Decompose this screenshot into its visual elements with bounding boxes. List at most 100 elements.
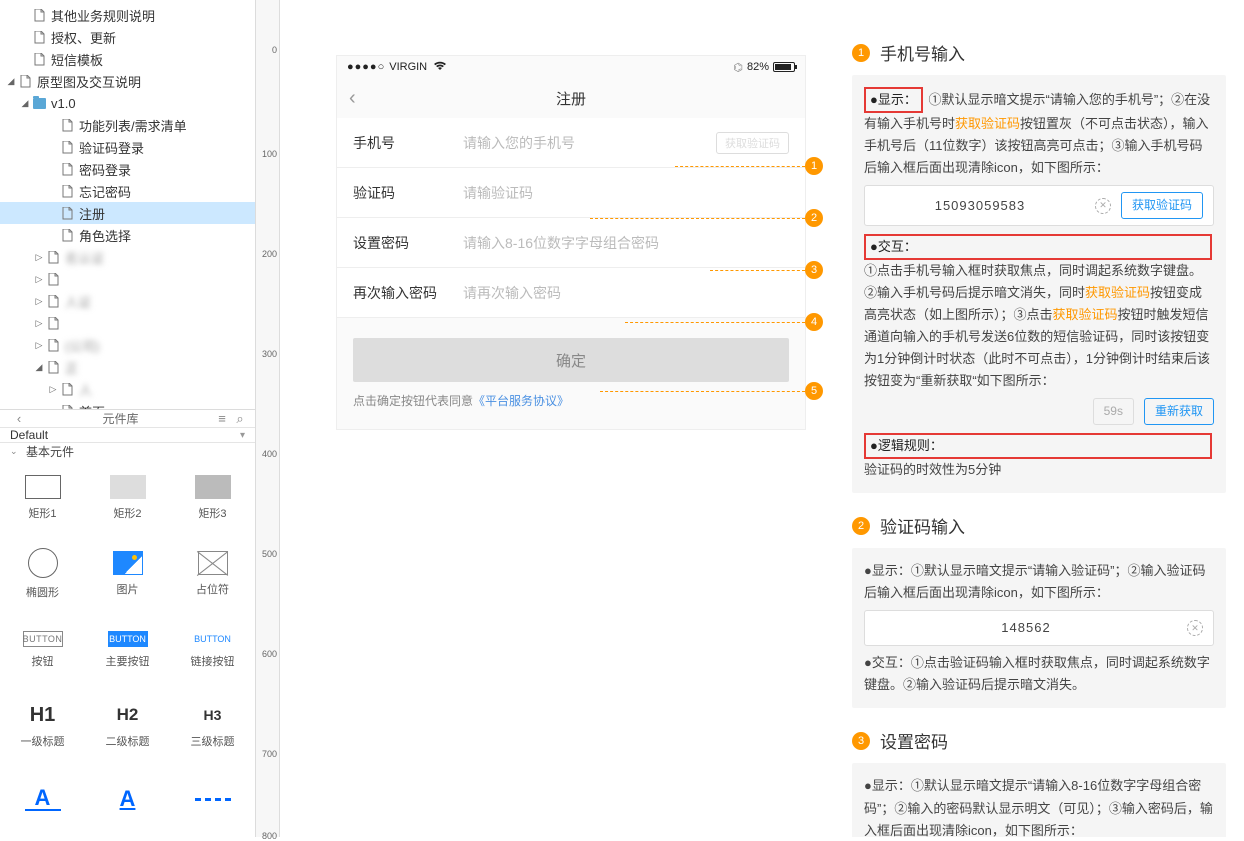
tree-item[interactable]: ▷人 bbox=[0, 378, 255, 400]
expand-icon[interactable]: ▷ bbox=[34, 274, 44, 285]
tree-item[interactable]: 验证码登录 bbox=[0, 136, 255, 158]
shape-preview: BUTTON bbox=[23, 631, 63, 647]
shape-label: 一级标题 bbox=[21, 733, 65, 749]
expand-icon[interactable]: ▷ bbox=[34, 318, 44, 329]
shape-preview: H1 bbox=[25, 703, 61, 727]
section-2-title: 验证码输入 bbox=[880, 513, 965, 538]
expand-icon[interactable]: ◢ bbox=[34, 362, 44, 373]
tree-item-label: 授权、更新 bbox=[51, 28, 116, 47]
tree-item-label: 验证码登录 bbox=[79, 138, 144, 157]
tree-item[interactable]: ▷ bbox=[0, 268, 255, 290]
library-group[interactable]: ⌄ 基本元件 bbox=[0, 443, 255, 460]
library-cell[interactable]: H2二级标题 bbox=[85, 688, 170, 764]
expand-icon[interactable]: ▷ bbox=[34, 296, 44, 307]
tree-item[interactable]: ▷(公司) bbox=[0, 334, 255, 356]
expand-icon[interactable]: ◢ bbox=[20, 98, 30, 109]
tree-item[interactable]: 首页 bbox=[0, 400, 255, 410]
document-icon bbox=[46, 250, 60, 264]
wifi-icon bbox=[433, 61, 447, 74]
annotation-badge: 4 bbox=[805, 313, 823, 331]
menu-icon[interactable]: ≡ bbox=[213, 411, 231, 426]
document-icon bbox=[60, 206, 74, 220]
library-cell[interactable]: BUTTON链接按钮 bbox=[170, 612, 255, 688]
field-label: 再次输入密码 bbox=[353, 283, 463, 303]
page-title: 注册 bbox=[556, 88, 586, 109]
tree-item-label: 首页 bbox=[79, 402, 105, 411]
document-icon bbox=[32, 8, 46, 22]
tree-item[interactable]: 密码登录 bbox=[0, 158, 255, 180]
library-cell[interactable]: BUTTON按钮 bbox=[0, 612, 85, 688]
tree-item[interactable]: ▷ bbox=[0, 312, 255, 334]
spec-panel[interactable]: 1 手机号输入 ●显示： ①默认显示暗文提示“请输入您的手机号”；②在没有输入手… bbox=[834, 0, 1244, 837]
annotation-badge: 5 bbox=[805, 382, 823, 400]
library-cell[interactable]: 图片 bbox=[85, 536, 170, 612]
field-label: 手机号 bbox=[353, 133, 463, 153]
tree-item[interactable]: 短信模板 bbox=[0, 48, 255, 70]
tree-item[interactable]: ▷名认证 bbox=[0, 246, 255, 268]
library-cell[interactable]: A bbox=[85, 764, 170, 840]
page-tree[interactable]: 其他业务规则说明授权、更新短信模板◢原型图及交互说明◢v1.0功能列表/需求清单… bbox=[0, 0, 255, 410]
tree-item[interactable]: 授权、更新 bbox=[0, 26, 255, 48]
section-3-title: 设置密码 bbox=[880, 728, 948, 753]
library-cell[interactable] bbox=[170, 764, 255, 840]
expand-icon[interactable]: ▷ bbox=[34, 340, 44, 351]
tag-interaction: ●交互： bbox=[864, 234, 1212, 260]
phone-mockup: ●●●●○ VIRGIN ⌬ 82% ‹ 注册 手机号请输入您的手机号获取验证码… bbox=[336, 55, 806, 430]
left-panel: 其他业务规则说明授权、更新短信模板◢原型图及交互说明◢v1.0功能列表/需求清单… bbox=[0, 0, 256, 837]
get-code-button[interactable]: 获取验证码 bbox=[716, 132, 789, 154]
field-input[interactable]: 请输入您的手机号 bbox=[463, 133, 716, 153]
bluetooth-icon: ⌬ bbox=[733, 61, 743, 74]
library-header: ‹ 元件库 ≡ ⌕ bbox=[0, 410, 255, 428]
group-label: 基本元件 bbox=[26, 443, 74, 460]
tree-item-label: 注册 bbox=[79, 204, 105, 223]
badge-2: 2 bbox=[852, 517, 870, 535]
navbar: ‹ 注册 bbox=[337, 78, 805, 118]
document-icon bbox=[60, 162, 74, 176]
shape-preview: H3 bbox=[195, 703, 231, 727]
agreement-link[interactable]: 《平台服务协议》 bbox=[473, 394, 569, 408]
tree-item[interactable]: 功能列表/需求清单 bbox=[0, 114, 255, 136]
document-icon bbox=[46, 294, 60, 308]
tag-logic: ●逻辑规则： bbox=[864, 433, 1212, 459]
shape-preview: H2 bbox=[110, 703, 146, 727]
tree-item[interactable]: ◢v1.0 bbox=[0, 92, 255, 114]
expand-icon[interactable]: ◢ bbox=[6, 76, 16, 87]
library-cell[interactable]: A bbox=[0, 764, 85, 840]
shape-preview bbox=[195, 475, 231, 499]
tree-item[interactable]: ▷人证 bbox=[0, 290, 255, 312]
chevron-left-icon[interactable]: ‹ bbox=[10, 411, 28, 426]
back-icon[interactable]: ‹ bbox=[349, 87, 356, 110]
tree-item[interactable]: 忘记密码 bbox=[0, 180, 255, 202]
library-title: 元件库 bbox=[28, 410, 213, 427]
library-cell[interactable]: 矩形3 bbox=[170, 460, 255, 536]
expand-icon[interactable]: ▷ bbox=[48, 384, 58, 395]
shape-label: 椭圆形 bbox=[26, 584, 59, 600]
shape-label: 三级标题 bbox=[191, 733, 235, 749]
library-cell[interactable]: H1 一级标题 bbox=[0, 688, 85, 764]
library-cell[interactable]: BUTTON主要按钮 bbox=[85, 612, 170, 688]
library-cell[interactable]: 占位符 bbox=[170, 536, 255, 612]
tree-item[interactable]: 注册 bbox=[0, 202, 255, 224]
tree-item[interactable]: ◢正 bbox=[0, 356, 255, 378]
form-row: 验证码请输验证码 bbox=[337, 168, 805, 218]
field-input[interactable]: 请输入8-16位数字字母组合密码 bbox=[463, 233, 789, 253]
submit-button[interactable]: 确定 bbox=[353, 338, 789, 382]
tree-item[interactable]: 角色选择 bbox=[0, 224, 255, 246]
countdown-pill: 59s bbox=[1093, 398, 1134, 424]
library-cell[interactable]: 椭圆形 bbox=[0, 536, 85, 612]
search-icon[interactable]: ⌕ bbox=[231, 411, 249, 427]
document-icon bbox=[32, 30, 46, 44]
expand-icon[interactable]: ▷ bbox=[34, 252, 44, 263]
tree-item[interactable]: ◢原型图及交互说明 bbox=[0, 70, 255, 92]
library-cell[interactable]: 矩形2 bbox=[85, 460, 170, 536]
field-input[interactable]: 请再次输入密码 bbox=[463, 283, 789, 303]
library-cell[interactable]: H3 三级标题 bbox=[170, 688, 255, 764]
library-preset-select[interactable]: Default ▾ bbox=[0, 428, 255, 443]
document-icon bbox=[32, 52, 46, 66]
canvas[interactable]: ●●●●○ VIRGIN ⌬ 82% ‹ 注册 手机号请输入您的手机号获取验证码… bbox=[280, 0, 834, 837]
document-icon bbox=[46, 360, 60, 374]
signal-icon: ●●●●○ bbox=[347, 61, 385, 73]
field-input[interactable]: 请输验证码 bbox=[463, 183, 789, 203]
library-cell[interactable]: 矩形1 bbox=[0, 460, 85, 536]
tree-item[interactable]: 其他业务规则说明 bbox=[0, 4, 255, 26]
